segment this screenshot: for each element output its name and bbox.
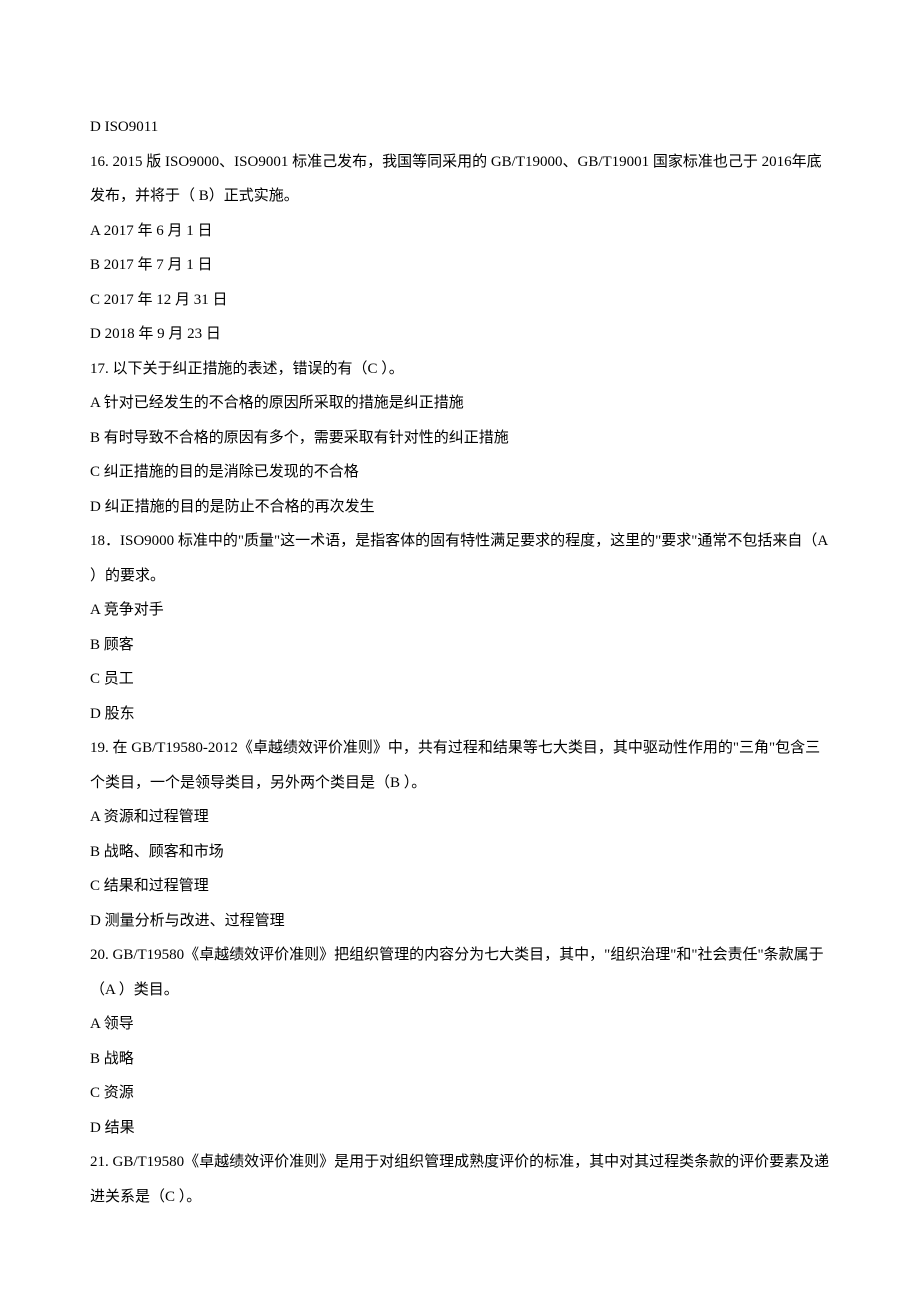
text-line: D 2018 年 9 月 23 日 bbox=[90, 317, 830, 352]
text-line: 17. 以下关于纠正措施的表述，错误的有（C ）。 bbox=[90, 352, 830, 387]
text-line: 20. GB/T19580《卓越绩效评价准则》把组织管理的内容分为七大类目，其中… bbox=[90, 938, 830, 1007]
text-line: D ISO9011 bbox=[90, 110, 830, 145]
text-line: D 结果 bbox=[90, 1111, 830, 1146]
text-line: B 战略 bbox=[90, 1042, 830, 1077]
text-line: 18．ISO9000 标准中的"质量"这一术语，是指客体的固有特性满足要求的程度… bbox=[90, 524, 830, 593]
text-line: C 资源 bbox=[90, 1076, 830, 1111]
text-line: B 有时导致不合格的原因有多个，需要采取有针对性的纠正措施 bbox=[90, 421, 830, 456]
text-line: C 结果和过程管理 bbox=[90, 869, 830, 904]
text-line: A 2017 年 6 月 1 日 bbox=[90, 214, 830, 249]
text-line: B 顾客 bbox=[90, 628, 830, 663]
text-line: A 竞争对手 bbox=[90, 593, 830, 628]
text-line: C 纠正措施的目的是消除已发现的不合格 bbox=[90, 455, 830, 490]
text-line: A 资源和过程管理 bbox=[90, 800, 830, 835]
text-line: D 纠正措施的目的是防止不合格的再次发生 bbox=[90, 490, 830, 525]
text-line: C 2017 年 12 月 31 日 bbox=[90, 283, 830, 318]
text-line: A 针对已经发生的不合格的原因所采取的措施是纠正措施 bbox=[90, 386, 830, 421]
text-line: 21. GB/T19580《卓越绩效评价准则》是用于对组织管理成熟度评价的标准，… bbox=[90, 1145, 830, 1214]
text-line: D 股东 bbox=[90, 697, 830, 732]
text-line: A 领导 bbox=[90, 1007, 830, 1042]
text-line: B 2017 年 7 月 1 日 bbox=[90, 248, 830, 283]
text-line: D 测量分析与改进、过程管理 bbox=[90, 904, 830, 939]
text-line: 19. 在 GB/T19580-2012《卓越绩效评价准则》中，共有过程和结果等… bbox=[90, 731, 830, 800]
text-line: C 员工 bbox=[90, 662, 830, 697]
document-content: D ISO9011 16. 2015 版 ISO9000、ISO9001 标准己… bbox=[90, 110, 830, 1214]
text-line: 16. 2015 版 ISO9000、ISO9001 标准己发布，我国等同采用的… bbox=[90, 145, 830, 214]
text-line: B 战略、顾客和市场 bbox=[90, 835, 830, 870]
